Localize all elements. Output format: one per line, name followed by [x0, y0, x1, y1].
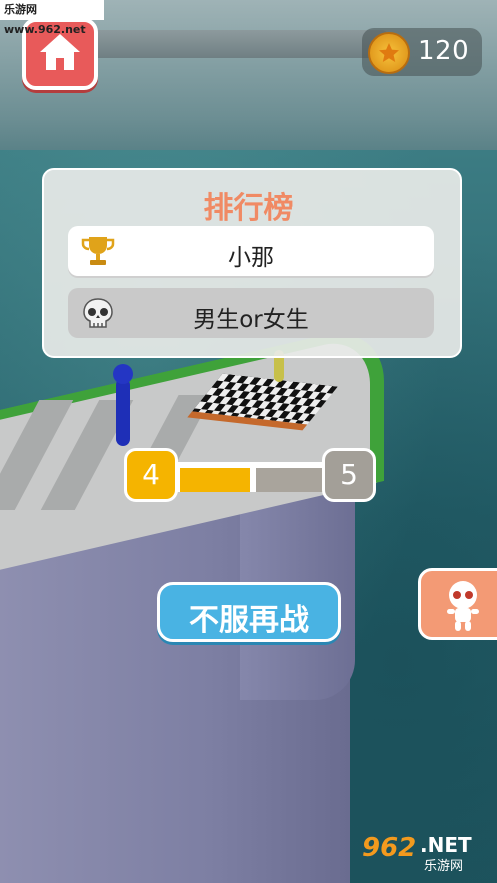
leaderboard-row: 男生or女生: [68, 288, 434, 338]
watermark-logo: 962 .NET 乐游网: [362, 833, 472, 874]
level-progress-remaining: [256, 468, 324, 492]
watermark-top: 乐游网 www.962.net: [0, 0, 104, 36]
svg-text:乐游网: 乐游网: [424, 859, 463, 874]
level-track: [174, 462, 334, 492]
next-level: 5: [322, 448, 376, 502]
leaderboard-row: 小那: [68, 226, 434, 276]
current-level: 4: [124, 448, 178, 502]
retry-button-label: 不服再战: [189, 603, 309, 638]
coin-count: 120: [418, 36, 470, 66]
level-progress-fill: [180, 468, 250, 492]
leaderboard-name: 男生or女生: [193, 307, 309, 333]
blue-runner: [113, 364, 133, 446]
race-progress-track: [88, 30, 388, 58]
character-skin-button[interactable]: [418, 568, 497, 640]
level-progress: 4 5: [124, 448, 378, 502]
svg-text:962: 962: [362, 833, 416, 863]
character-icon: [447, 581, 479, 631]
game-scene: [0, 0, 497, 883]
coin-star-icon: [368, 32, 410, 74]
retry-button[interactable]: 不服再战: [157, 582, 341, 642]
leaderboard-name: 小那: [228, 245, 274, 271]
leaderboard-title: 排行榜: [203, 191, 294, 226]
svg-text:.NET: .NET: [420, 833, 472, 857]
